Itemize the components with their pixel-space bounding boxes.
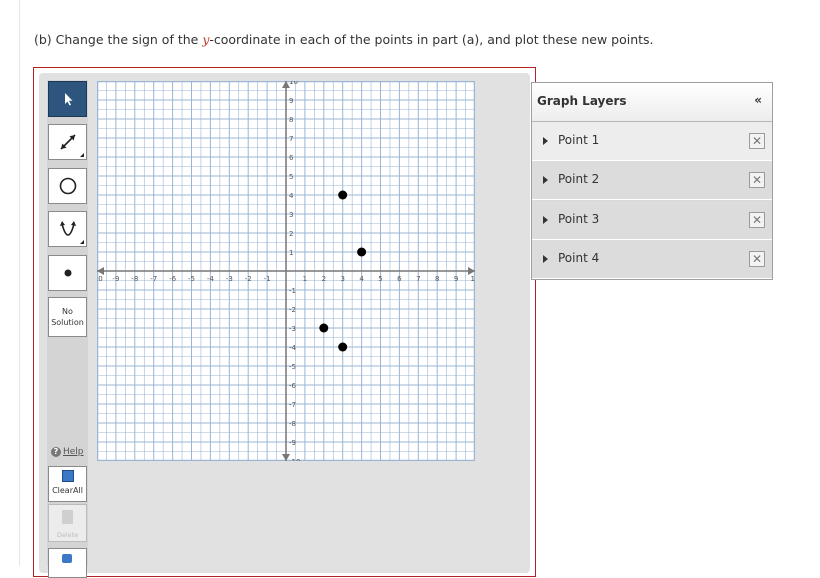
help-icon: ? [51,447,61,457]
x-tick-label: -3 [226,275,233,283]
delete-button[interactable]: Delete [48,504,87,542]
x-tick-label: -6 [169,275,177,283]
circle-tool-button[interactable] [48,168,87,204]
clear-all-icon [62,470,74,482]
clear-all-button[interactable]: ClearAll [48,466,87,502]
x-tick-label: -4 [207,275,215,283]
layer-label: Point 4 [558,251,600,265]
y-tick-label: -9 [289,439,296,447]
x-tick-label: 4 [359,275,364,283]
x-tick-label: 8 [435,275,439,283]
x-tick-label: 9 [454,275,458,283]
page-left-rule [19,0,20,566]
x-tick-label: -5 [188,275,195,283]
graph-layers-panel: Graph Layers « Point 1 ✕ Point 2 ✕ Point… [531,82,773,280]
x-tick-label: -10 [97,275,103,283]
line-arrow-icon [59,134,76,150]
x-tick-label: 5 [378,275,382,283]
arrow-pointer-icon [64,93,72,106]
x-tick-label: 6 [397,275,402,283]
reset-button[interactable] [48,548,87,578]
point-dot-icon [64,269,71,277]
tool-menu-corner [80,153,84,157]
no-solution-label-line2: Solution [51,318,84,327]
expand-caret-icon[interactable] [543,216,548,224]
layer-row-point-1[interactable]: Point 1 ✕ [532,122,772,161]
x-tick-label: -9 [112,275,119,283]
x-tick-label: 3 [340,275,344,283]
help-label: Help [63,447,84,457]
tool-menu-corner [80,240,84,244]
line-tool-button[interactable] [48,124,87,160]
y-tick-label: -2 [289,306,296,314]
layer-row-point-4[interactable]: Point 4 ✕ [532,240,772,279]
point-tool-button[interactable] [48,255,87,291]
plotted-point [357,247,367,257]
question-prefix: (b) Change the sign of the [34,32,203,47]
y-tick-label: -1 [289,287,296,295]
x-tick-label: 1 [303,275,307,283]
clear-all-label: ClearAll [52,486,83,495]
delete-label: Delete [56,531,79,539]
collapse-panel-button[interactable]: « [754,93,762,107]
layer-row-point-2[interactable]: Point 2 ✕ [532,161,772,200]
question-suffix: -coordinate in each of the points in par… [209,32,654,47]
select-tool-button[interactable] [48,81,87,117]
delete-layer-button[interactable]: ✕ [749,172,765,188]
coordinate-graph[interactable]: -10 -9 -8 -7 -6 -5 -4 -3 -2 -1 1 2 3 4 5 6 7 8 9 10 10 9 8 7 6 5 4… [97,81,475,461]
x-tick-label: -7 [150,275,157,283]
y-tick-label: -8 [289,420,296,428]
x-tick-label: -8 [131,275,138,283]
parabola-icon [59,221,76,236]
plotted-point [338,190,348,200]
graph-layers-title: Graph Layers [537,94,627,108]
no-solution-button[interactable]: No Solution [48,297,87,337]
y-tick-label: -5 [289,363,296,371]
x-tick-label: -2 [245,275,252,283]
y-tick-label: 7 [289,135,293,143]
y-tick-label: 10 [289,81,298,86]
circle-icon [59,177,76,195]
question-text: (b) Change the sign of the y-coordinate … [34,32,654,47]
x-tick-label: 2 [322,275,326,283]
delete-layer-button[interactable]: ✕ [749,212,765,228]
y-tick-label: -7 [289,401,296,409]
reset-icon [62,554,72,563]
y-tick-label: -3 [289,325,296,333]
y-tick-label: 4 [289,192,294,200]
y-tick-label: -4 [289,344,297,352]
y-tick-label: -10 [289,458,300,461]
parabola-tool-button[interactable] [48,211,87,247]
y-tick-label: 1 [289,249,293,257]
x-tick-label: -1 [264,275,271,283]
trash-icon [62,510,73,524]
expand-caret-icon[interactable] [543,137,548,145]
delete-layer-button[interactable]: ✕ [749,133,765,149]
y-tick-label: 9 [289,97,293,105]
no-solution-label-line1: No [62,307,73,316]
expand-caret-icon[interactable] [543,255,548,263]
layer-label: Point 2 [558,172,600,186]
y-tick-label: 5 [289,173,293,181]
plotted-point [319,323,329,333]
layer-label: Point 1 [558,133,600,147]
y-tick-label: -6 [289,382,297,390]
y-tick-label: 6 [289,154,294,162]
delete-layer-button[interactable]: ✕ [749,251,765,267]
graph-layers-header: Graph Layers « [532,83,772,122]
help-link[interactable]: ? Help [51,447,84,457]
y-tick-label: 2 [289,230,293,238]
x-tick-label: 10 [471,275,475,283]
layer-row-point-3[interactable]: Point 3 ✕ [532,201,772,240]
y-tick-label: 3 [289,211,293,219]
expand-caret-icon[interactable] [543,176,548,184]
x-tick-label: 7 [416,275,420,283]
plotted-point [338,342,348,352]
y-tick-label: 8 [289,116,293,124]
layer-label: Point 3 [558,212,600,226]
